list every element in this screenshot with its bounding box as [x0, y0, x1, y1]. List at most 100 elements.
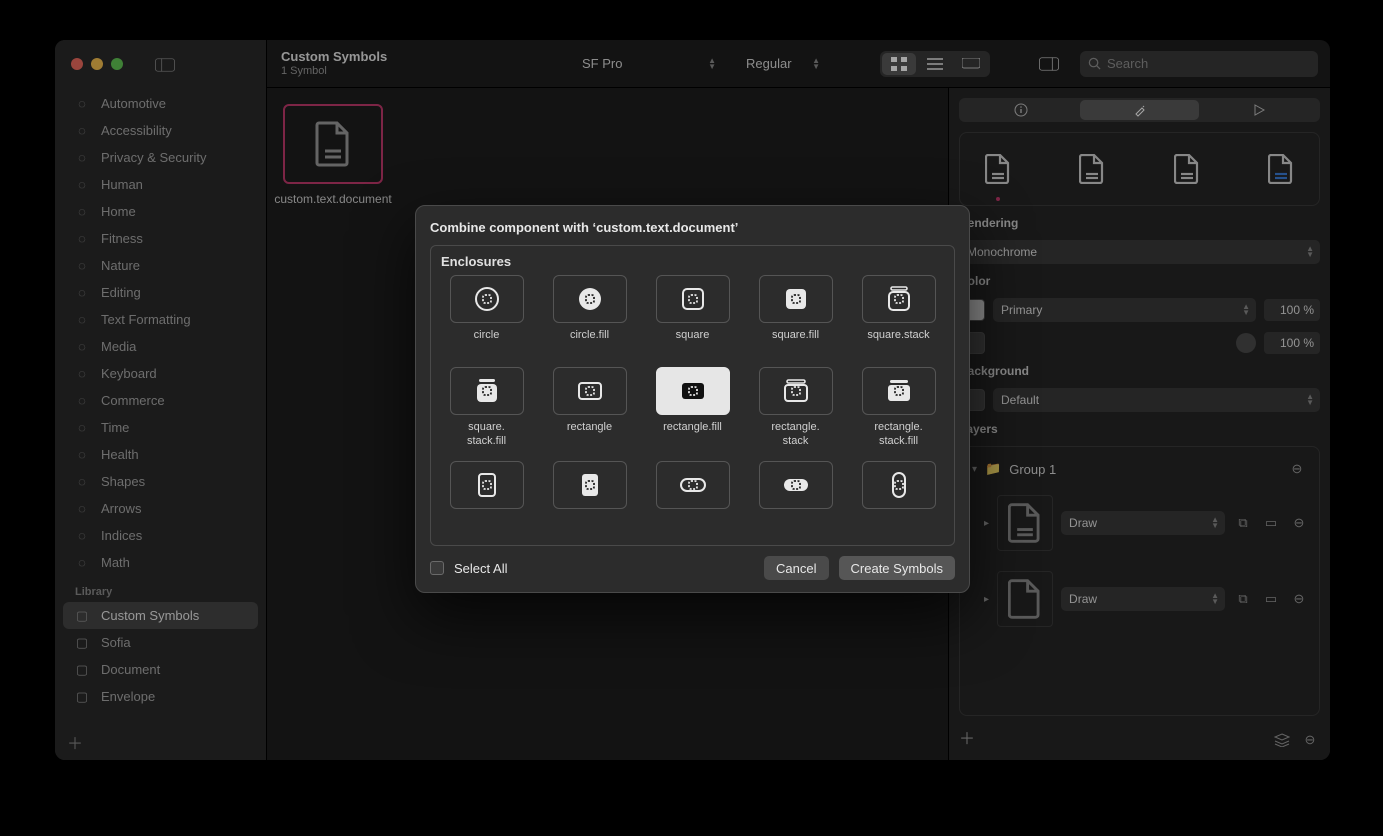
sidebar-category-privacy-security[interactable]: ◌Privacy & Security — [63, 144, 258, 171]
rendering-label: Rendering — [959, 216, 1320, 230]
window-zoom-button[interactable] — [111, 58, 123, 70]
sidebar-category-text-formatting[interactable]: ◌Text Formatting — [63, 306, 258, 333]
textformat-icon: ◌ — [73, 312, 91, 327]
sidebar-category-accessibility[interactable]: ◌Accessibility — [63, 117, 258, 144]
sidebar-category-fitness[interactable]: ◌Fitness — [63, 225, 258, 252]
create-symbols-button[interactable]: Create Symbols — [839, 556, 955, 580]
enclosure-capsule[interactable] — [647, 461, 738, 541]
sidebar-category-health[interactable]: ◌Health — [63, 441, 258, 468]
sidebar-category-editing[interactable]: ◌Editing — [63, 279, 258, 306]
rendering-preview — [959, 132, 1320, 206]
enclosures-section-header: Enclosures — [431, 246, 954, 275]
layer-group-row[interactable]: ▾ 📁 Group 1 ⊖ — [968, 453, 1311, 485]
enclosure-rectangle-portrait-fill[interactable] — [544, 461, 635, 541]
sidebar-category-automotive[interactable]: ◌Automotive — [63, 90, 258, 117]
sidebar-category-indices[interactable]: ◌Indices — [63, 522, 258, 549]
sidebar-library-sofia[interactable]: ▢Sofia — [63, 629, 258, 656]
enclosure-capsule-fill[interactable] — [750, 461, 841, 541]
sidebar-category-home[interactable]: ◌Home — [63, 198, 258, 225]
sidebar-category-time[interactable]: ◌Time — [63, 414, 258, 441]
font-picker[interactable]: SF Pro ▲▼ — [572, 52, 722, 76]
view-grid-button[interactable] — [882, 53, 916, 75]
enclosure-circle[interactable]: circle — [441, 275, 532, 355]
sidebar-library-document[interactable]: ▢Document — [63, 656, 258, 683]
enclosure-rectangle-stack[interactable]: rectangle. stack — [750, 367, 841, 449]
remove-button[interactable]: ⊖ — [1300, 730, 1320, 750]
inspector-tab-info[interactable] — [961, 100, 1080, 120]
add-library-button[interactable]: ＋ — [67, 737, 83, 753]
arrow-icon: ◌ — [73, 501, 91, 516]
enclosure-rectangle-fill[interactable]: rectangle.fill — [647, 367, 738, 449]
layer-row[interactable]: ▸ Draw ▲▼ ⧉ ▭ ⊖ — [968, 561, 1311, 637]
layers-outline: ▾ 📁 Group 1 ⊖ ▸ Draw ▲▼ ⧉ ▭ — [959, 446, 1320, 716]
layers-label: Layers — [959, 422, 1320, 436]
layer-blend-popup[interactable]: Draw ▲▼ — [1061, 587, 1225, 611]
swap-colors-button[interactable] — [1236, 333, 1256, 353]
enclosure-square-stack-fill[interactable]: square. stack.fill — [441, 367, 532, 449]
secondary-opacity-field[interactable]: 100 % — [1264, 332, 1320, 354]
enclosure-square[interactable]: square — [647, 275, 738, 355]
view-list-button[interactable] — [918, 53, 952, 75]
primary-opacity-field[interactable]: 100 % — [1264, 299, 1320, 321]
background-popup[interactable]: Default ▲▼ — [993, 388, 1320, 412]
remove-layer-button[interactable]: ⊖ — [1289, 589, 1309, 609]
window-minimize-button[interactable] — [91, 58, 103, 70]
sidebar-category-commerce[interactable]: ◌Commerce — [63, 387, 258, 414]
chevron-down-icon: ▾ — [972, 464, 977, 475]
sidebar-library-envelope[interactable]: ▢Envelope — [63, 683, 258, 710]
enclosure-circle-fill[interactable]: circle.fill — [544, 275, 635, 355]
clock-icon: ◌ — [73, 420, 91, 435]
remove-group-button[interactable]: ⊖ — [1287, 459, 1307, 479]
cancel-button[interactable]: Cancel — [764, 556, 828, 580]
window-close-button[interactable] — [71, 58, 83, 70]
sidebar-category-human[interactable]: ◌Human — [63, 171, 258, 198]
function-icon: ◌ — [73, 555, 91, 570]
enclosure-rectangle-stack-fill[interactable]: rectangle. stack.fill — [853, 367, 944, 449]
layer-blend-popup[interactable]: Draw ▲▼ — [1061, 511, 1225, 535]
sidebar-library-custom-symbols[interactable]: ▢Custom Symbols — [63, 602, 258, 629]
search-icon — [1088, 57, 1101, 70]
select-all-label[interactable]: Select All — [454, 561, 507, 576]
sidebar-category-media[interactable]: ◌Media — [63, 333, 258, 360]
cart-icon: ◌ — [73, 393, 91, 408]
enclosure-rectangle-portrait[interactable] — [441, 461, 532, 541]
leaf-icon: ◌ — [73, 258, 91, 273]
sparkle-icon: ◌ — [73, 96, 91, 111]
keyboard-icon: ◌ — [73, 366, 91, 381]
view-gallery-button[interactable] — [954, 53, 988, 75]
layers-stack-icon[interactable] — [1272, 730, 1292, 750]
primary-color-popup[interactable]: Primary ▲▼ — [993, 298, 1256, 322]
sidebar-category-arrows[interactable]: ◌Arrows — [63, 495, 258, 522]
inspector-panel: Rendering Monochrome ▲▼ Color Primary ▲▼… — [948, 88, 1330, 760]
variable-color-button[interactable]: ▭ — [1261, 513, 1281, 533]
enclosure-rectangle[interactable]: rectangle — [544, 367, 635, 449]
symbol-thumbnail[interactable]: custom.text.document — [283, 104, 383, 208]
sidebar-category-shapes[interactable]: ◌Shapes — [63, 468, 258, 495]
enclosure-capsule-portrait[interactable] — [853, 461, 944, 541]
duplicate-button[interactable]: ⧉ — [1233, 589, 1253, 609]
stepper-icon: ▲▼ — [708, 58, 716, 70]
select-all-checkbox[interactable] — [430, 561, 444, 575]
inspector-tab-animation[interactable] — [1199, 100, 1318, 120]
index-icon: ◌ — [73, 528, 91, 543]
add-layer-button[interactable]: ＋ — [959, 732, 975, 748]
search-field[interactable]: Search — [1080, 51, 1318, 77]
sidebar-category-nature[interactable]: ◌Nature — [63, 252, 258, 279]
folder-icon: 📁 — [985, 461, 1001, 477]
layer-row[interactable]: ▸ Draw ▲▼ ⧉ ▭ ⊖ — [968, 485, 1311, 561]
duplicate-button[interactable]: ⧉ — [1233, 513, 1253, 533]
sidebar-category-keyboard[interactable]: ◌Keyboard — [63, 360, 258, 387]
text-document-icon — [313, 121, 353, 167]
enclosure-square-stack[interactable]: square.stack — [853, 275, 944, 355]
variable-color-button[interactable]: ▭ — [1261, 589, 1281, 609]
rendering-mode-popup[interactable]: Monochrome ▲▼ — [959, 240, 1320, 264]
sidebar-toggle-button[interactable] — [150, 54, 180, 76]
flame-icon: ◌ — [73, 231, 91, 246]
inspector-tab-appearance[interactable] — [1080, 100, 1199, 120]
remove-layer-button[interactable]: ⊖ — [1289, 513, 1309, 533]
enclosure-square-fill[interactable]: square.fill — [750, 275, 841, 355]
inspector-toggle-button[interactable] — [1032, 53, 1066, 75]
weight-picker[interactable]: Regular ▲▼ — [736, 52, 826, 76]
sidebar: ◌Automotive◌Accessibility◌Privacy & Secu… — [55, 40, 267, 760]
sidebar-category-math[interactable]: ◌Math — [63, 549, 258, 576]
